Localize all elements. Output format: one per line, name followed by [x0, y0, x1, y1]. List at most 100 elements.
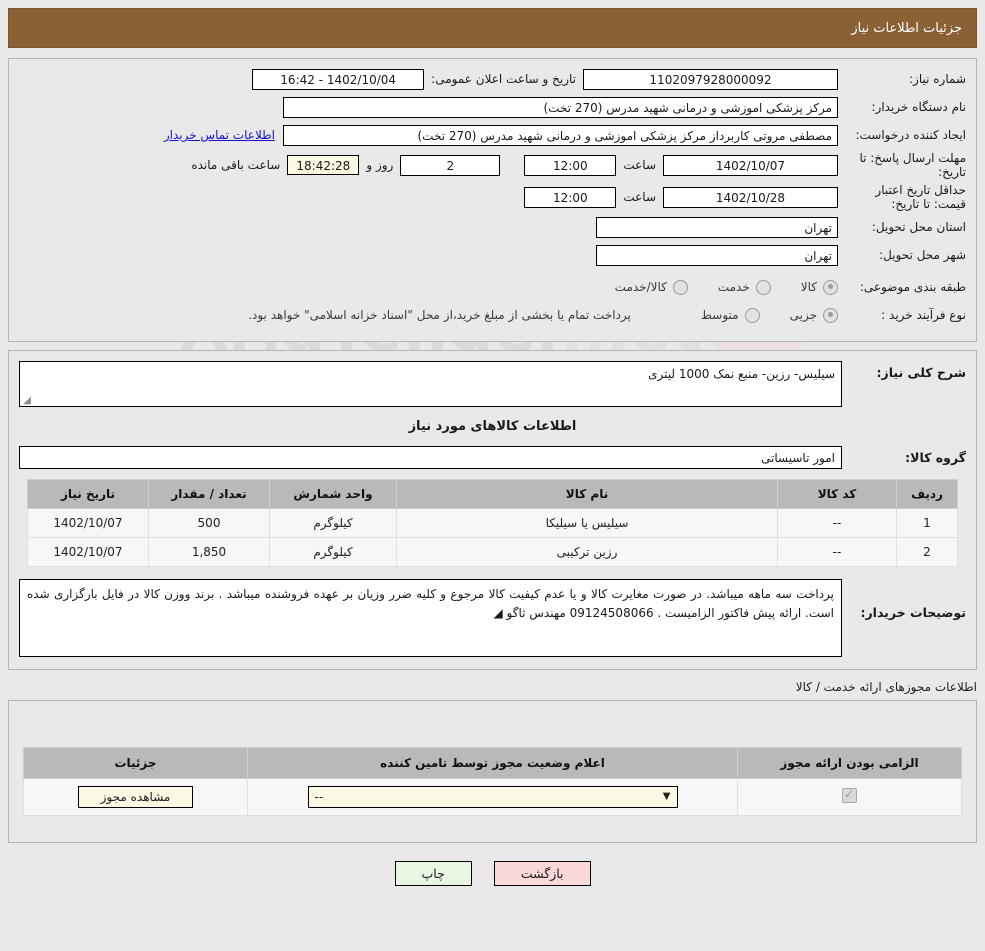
cell-code: --: [777, 537, 897, 567]
cell-date: 1402/10/07: [27, 508, 149, 538]
radio-icon[interactable]: [755, 279, 771, 295]
province-label: استان محل تحویل:: [871, 220, 966, 234]
col-license-details: جزئیات: [23, 747, 248, 779]
price-validity-time-field[interactable]: 12:00: [524, 186, 617, 208]
buyer-org-label: نام دستگاه خریدار:: [871, 100, 967, 114]
row-province: استان محل تحویل: تهران: [19, 215, 966, 239]
price-validity-date-field[interactable]: 1402/10/28: [663, 186, 838, 208]
page-title: جزئیات اطلاعات نیاز: [851, 20, 962, 36]
licenses-section-title: اطلاعات مجوزهای ارائه خدمت / کالا: [795, 680, 977, 694]
page-title-bar: جزئیات اطلاعات نیاز: [8, 8, 977, 48]
description-value: سیلیس- رزین- منبع نمک 1000 لیتری: [648, 367, 835, 381]
col-unit: واحد شمارش: [269, 479, 397, 509]
category-option-label: خدمت: [717, 280, 750, 294]
table-row: 1 -- سیلیس یا سیلیکا کیلوگرم 500 1402/10…: [27, 508, 958, 538]
cell-license-status: ▼ --: [247, 778, 738, 816]
category-option-label: کالا/خدمت: [614, 280, 667, 294]
category-radio-kala-khedmat[interactable]: کالا/خدمت: [614, 279, 688, 295]
public-announce-label: تاریخ و ساعت اعلان عمومی:: [431, 72, 576, 86]
col-name: نام کالا: [396, 479, 778, 509]
remaining-suffix-label: ساعت باقی مانده: [191, 158, 281, 172]
radio-icon[interactable]: [823, 307, 838, 323]
cell-index: 2: [896, 537, 958, 567]
cell-index: 1: [896, 508, 958, 538]
row-process: نوع فرآیند خرید : جزیی متوسط پرداخت تمام…: [19, 303, 966, 327]
view-license-button[interactable]: مشاهده مجوز: [77, 786, 194, 808]
goods-group-field[interactable]: امور تاسیساتی: [19, 446, 842, 469]
licenses-table-header-row: الزامی بودن ارائه مجوز اعلام وضعیت مجوز …: [23, 747, 962, 779]
cell-unit: کیلوگرم: [269, 508, 397, 538]
radio-icon[interactable]: [744, 307, 760, 323]
category-label: طبقه بندی موضوعی:: [859, 280, 966, 294]
description-label: شرح کلی نیاز:: [876, 365, 966, 380]
remaining-clock: 18:42:28: [287, 155, 360, 175]
col-index: ردیف: [896, 479, 958, 509]
reply-deadline-label: مهلت ارسال پاسخ: تا تاریخ:: [859, 151, 966, 179]
reply-deadline-time-field[interactable]: 12:00: [524, 154, 617, 176]
row-city: شهر محل تحویل: تهران: [19, 243, 966, 267]
licenses-panel: الزامی بودن ارائه مجوز اعلام وضعیت مجوز …: [8, 700, 977, 843]
resize-grip-icon[interactable]: ◢: [493, 606, 502, 620]
remaining-days-field[interactable]: 2: [400, 154, 501, 176]
resize-grip-icon[interactable]: ◢: [22, 396, 31, 406]
creator-label: ایجاد کننده درخواست:: [855, 128, 966, 142]
process-option-label: متوسط: [700, 308, 739, 322]
row-price-validity: حداقل تاریخ اعتبار قیمت: تا تاریخ: 1402/…: [19, 183, 966, 211]
checkbox-icon: [842, 787, 857, 803]
price-validity-label: حداقل تاریخ اعتبار قیمت: تا تاریخ:: [875, 183, 966, 211]
license-status-value: --: [314, 790, 324, 804]
process-radio-jozei[interactable]: جزیی: [790, 307, 838, 323]
goods-section-title: اطلاعات کالاهای مورد نیاز: [408, 419, 577, 434]
need-number-field[interactable]: 1102097928000092: [583, 68, 838, 90]
row-goods-group: گروه کالا: امور تاسیساتی: [19, 446, 966, 469]
province-field[interactable]: تهران: [596, 216, 838, 238]
row-category: طبقه بندی موضوعی: کالا خدمت کالا/خدمت: [19, 275, 966, 299]
row-need-number: شماره نیاز: 1102097928000092 تاریخ و ساع…: [19, 67, 966, 91]
need-info-panel: شماره نیاز: 1102097928000092 تاریخ و ساع…: [8, 58, 977, 342]
row-reply-deadline: مهلت ارسال پاسخ: تا تاریخ: 1402/10/07 سا…: [19, 151, 966, 179]
table-row: ▼ -- مشاهده مجوز: [23, 778, 962, 816]
buyer-notes-value: پرداخت سه ماهه میباشد. در صورت مغایرت کا…: [27, 587, 834, 620]
back-button[interactable]: بازگشت: [493, 861, 591, 886]
buyer-notes-label: توضیحات خریدار:: [860, 605, 966, 620]
col-code: کد کالا: [777, 479, 897, 509]
radio-icon[interactable]: [823, 279, 838, 295]
cell-qty: 1,850: [148, 537, 270, 567]
process-radio-group: جزیی متوسط: [671, 307, 838, 323]
licenses-table: الزامی بودن ارائه مجوز اعلام وضعیت مجوز …: [23, 747, 962, 816]
goods-table-header-row: ردیف کد کالا نام کالا واحد شمارش تعداد /…: [27, 479, 958, 509]
footer-actions: بازگشت چاپ: [0, 861, 985, 886]
city-field[interactable]: تهران: [596, 244, 838, 266]
license-status-select[interactable]: ▼ --: [307, 786, 678, 808]
category-radio-khedmat[interactable]: خدمت: [717, 279, 771, 295]
cell-unit: کیلوگرم: [269, 537, 397, 567]
remaining-days-label: روز و: [366, 158, 394, 172]
description-textarea[interactable]: سیلیس- رزین- منبع نمک 1000 لیتری ◢: [19, 361, 842, 407]
buyer-notes-textarea[interactable]: پرداخت سه ماهه میباشد. در صورت مغایرت کا…: [19, 579, 842, 657]
print-button[interactable]: چاپ: [394, 861, 472, 886]
col-license-required: الزامی بودن ارائه مجوز: [737, 747, 962, 779]
page-root: جزئیات اطلاعات نیاز شماره نیاز: 11020979…: [0, 8, 985, 886]
buyer-org-field[interactable]: مرکز پزشکی اموزشی و درمانی شهید مدرس (27…: [283, 96, 838, 118]
need-number-label: شماره نیاز:: [909, 72, 966, 86]
cell-name: رزین ترکیبی: [396, 537, 778, 567]
cell-name: سیلیس یا سیلیکا: [396, 508, 778, 538]
process-radio-motevaset[interactable]: متوسط: [700, 307, 760, 323]
buyer-contact-link[interactable]: اطلاعات تماس خریدار: [164, 128, 275, 142]
reply-deadline-hour-label: ساعت: [623, 158, 656, 172]
radio-icon[interactable]: [672, 279, 688, 295]
reply-deadline-date-field[interactable]: 1402/10/07: [663, 154, 838, 176]
row-description: شرح کلی نیاز: سیلیس- رزین- منبع نمک 1000…: [19, 361, 966, 407]
goods-group-label: گروه کالا:: [905, 450, 966, 465]
process-label: نوع فرآیند خرید :: [881, 308, 966, 322]
category-radio-kala[interactable]: کالا: [801, 279, 838, 295]
cell-license-details: مشاهده مجوز: [23, 778, 248, 816]
public-announce-field[interactable]: 1402/10/04 - 16:42: [252, 68, 425, 90]
row-creator: ایجاد کننده درخواست: مصطفی مروتی کاربردا…: [19, 123, 966, 147]
city-label: شهر محل تحویل:: [879, 248, 966, 262]
col-license-status: اعلام وضعیت مجوز توسط تامین کننده: [247, 747, 738, 779]
table-row: 2 -- رزین ترکیبی کیلوگرم 1,850 1402/10/0…: [27, 537, 958, 567]
creator-field[interactable]: مصطفی مروتی کاربرداز مرکز پزشکی اموزشی و…: [283, 124, 838, 146]
price-validity-hour-label: ساعت: [623, 190, 656, 204]
cell-date: 1402/10/07: [27, 537, 149, 567]
